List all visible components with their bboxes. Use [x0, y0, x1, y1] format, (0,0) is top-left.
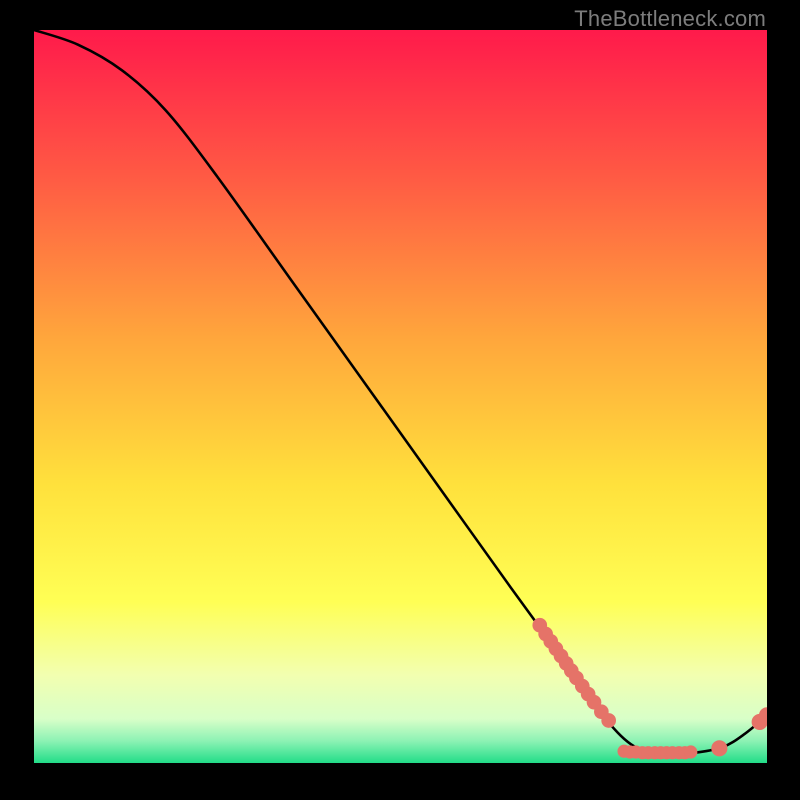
data-marker [711, 740, 727, 756]
curve-layer [34, 30, 767, 763]
bottleneck-curve [34, 30, 767, 753]
data-marker [684, 745, 697, 758]
marker-group [532, 618, 767, 759]
chart-stage: TheBottleneck.com [0, 0, 800, 800]
plot-area [34, 30, 767, 770]
watermark-label: TheBottleneck.com [574, 6, 766, 32]
data-marker [601, 713, 616, 728]
